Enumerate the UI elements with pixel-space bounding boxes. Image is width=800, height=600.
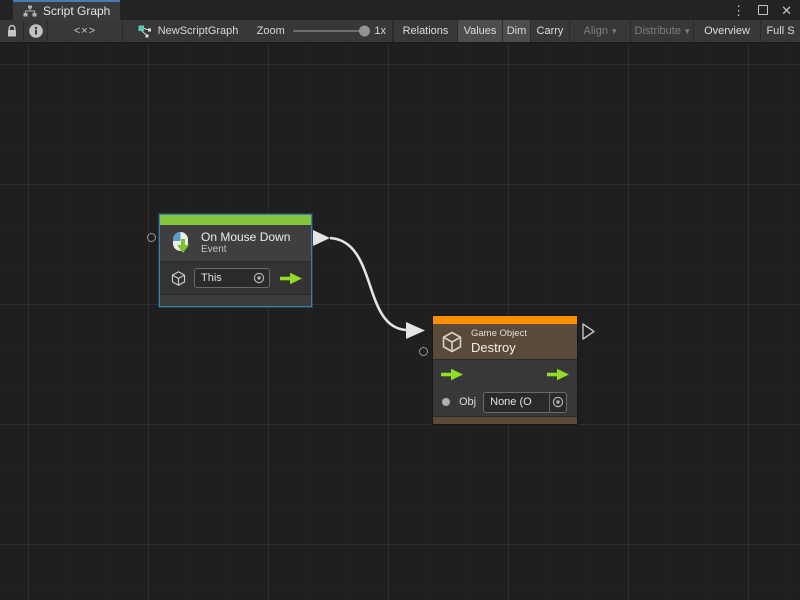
toolbar-toggles: Relations Values Dim Carry Align ▾ Distr… bbox=[393, 20, 800, 42]
chevron-down-icon: ▾ bbox=[612, 27, 617, 36]
zoom-value: 1x bbox=[374, 25, 386, 37]
node-flow-row bbox=[433, 360, 577, 388]
flow-exit-arrow-icon[interactable] bbox=[546, 368, 570, 381]
menu-icon[interactable]: ⋮ bbox=[732, 4, 745, 17]
target-picker-icon[interactable] bbox=[253, 272, 265, 284]
node-category: Game Object bbox=[471, 328, 527, 340]
dim-toggle[interactable]: Dim bbox=[502, 20, 530, 42]
window-controls: ⋮ ✕ bbox=[732, 0, 792, 20]
node-title: On Mouse Down bbox=[201, 231, 290, 244]
zoom-control: Zoom 1x bbox=[251, 20, 392, 42]
overview-label: Overview bbox=[704, 25, 750, 37]
graph-toolbar: <×> NewScriptGraph Zoom 1x Relations bbox=[0, 20, 800, 43]
maximize-icon[interactable] bbox=[758, 5, 768, 15]
node-footer bbox=[433, 416, 577, 424]
zoom-slider[interactable] bbox=[293, 20, 368, 42]
dim-label: Dim bbox=[507, 25, 527, 37]
zoom-slider-handle[interactable] bbox=[359, 26, 370, 37]
object-picker-button[interactable] bbox=[549, 392, 567, 413]
values-toggle[interactable]: Values bbox=[457, 20, 502, 42]
script-graph-tab-icon bbox=[23, 5, 37, 17]
value-port-on-mouse-down[interactable] bbox=[147, 233, 156, 242]
node-header[interactable]: On Mouse Down Event bbox=[160, 225, 311, 262]
object-input-field[interactable]: None (O bbox=[483, 392, 567, 413]
wire-arrowhead bbox=[406, 322, 425, 339]
node-subtitle: Event bbox=[201, 244, 290, 256]
node-header[interactable]: Game Object Destroy bbox=[433, 324, 577, 360]
flow-output-port-outline[interactable] bbox=[583, 324, 594, 339]
target-input-value: This bbox=[195, 272, 222, 284]
value-port-destroy[interactable] bbox=[419, 347, 428, 356]
flow-enter-arrow-icon[interactable] bbox=[440, 368, 464, 381]
node-on-mouse-down[interactable]: On Mouse Down Event This bbox=[159, 214, 312, 307]
target-input-field[interactable]: This bbox=[194, 268, 270, 288]
relations-label: Relations bbox=[403, 25, 449, 37]
connection-wire[interactable] bbox=[313, 230, 425, 339]
carry-label: Carry bbox=[537, 25, 564, 37]
align-label: Align bbox=[584, 25, 608, 37]
node-value-row: Obj None (O bbox=[433, 388, 577, 416]
distribute-label: Distribute bbox=[635, 25, 681, 37]
lock-icon bbox=[4, 23, 20, 39]
code-icon: <×> bbox=[74, 25, 96, 37]
node-title: Destroy bbox=[471, 340, 527, 355]
distribute-dropdown[interactable]: Distribute ▾ bbox=[630, 20, 693, 42]
graph-name: NewScriptGraph bbox=[158, 25, 239, 37]
title-bar: Script Graph ⋮ ✕ bbox=[0, 0, 800, 20]
connection-layer bbox=[0, 43, 800, 600]
node-footer bbox=[160, 295, 311, 306]
lock-button[interactable] bbox=[0, 20, 23, 42]
tab-script-graph[interactable]: Script Graph bbox=[13, 0, 120, 20]
tab-title: Script Graph bbox=[43, 4, 110, 18]
carry-toggle[interactable]: Carry bbox=[530, 20, 569, 42]
mouse-down-event-icon bbox=[168, 230, 194, 256]
node-accent-strip bbox=[433, 316, 577, 324]
unity-script-graph-window: Script Graph ⋮ ✕ <×> bbox=[0, 0, 800, 600]
align-dropdown[interactable]: Align ▾ bbox=[569, 20, 630, 42]
graph-canvas[interactable]: On Mouse Down Event This bbox=[0, 43, 800, 600]
close-icon[interactable]: ✕ bbox=[781, 4, 792, 17]
zoom-label: Zoom bbox=[257, 25, 285, 37]
info-icon bbox=[28, 23, 44, 39]
object-input-value: None (O bbox=[484, 396, 532, 408]
port-label: Obj bbox=[459, 396, 476, 408]
wire-path bbox=[330, 238, 406, 330]
fullscreen-label: Full S bbox=[766, 25, 794, 37]
info-button[interactable] bbox=[24, 20, 47, 42]
wire-start-cap bbox=[313, 230, 330, 246]
game-object-cube-icon bbox=[170, 270, 187, 287]
fullscreen-button[interactable]: Full S bbox=[760, 20, 800, 42]
graph-reference[interactable]: NewScriptGraph bbox=[123, 20, 251, 42]
zoom-slider-track[interactable] bbox=[293, 30, 368, 32]
target-picker-icon bbox=[552, 396, 564, 408]
values-label: Values bbox=[464, 25, 497, 37]
graph-node-icon bbox=[138, 25, 152, 38]
node-port-row: This bbox=[160, 262, 311, 295]
value-input-port[interactable] bbox=[442, 398, 450, 406]
flow-exit-arrow-icon[interactable] bbox=[279, 272, 303, 285]
node-accent-strip bbox=[160, 215, 311, 225]
overview-button[interactable]: Overview bbox=[693, 20, 760, 42]
code-view-button[interactable]: <×> bbox=[48, 20, 121, 42]
chevron-down-icon: ▾ bbox=[685, 27, 690, 36]
game-object-cube-icon bbox=[440, 330, 464, 354]
relations-toggle[interactable]: Relations bbox=[393, 20, 457, 42]
node-destroy[interactable]: Game Object Destroy Obj None bbox=[432, 315, 578, 425]
